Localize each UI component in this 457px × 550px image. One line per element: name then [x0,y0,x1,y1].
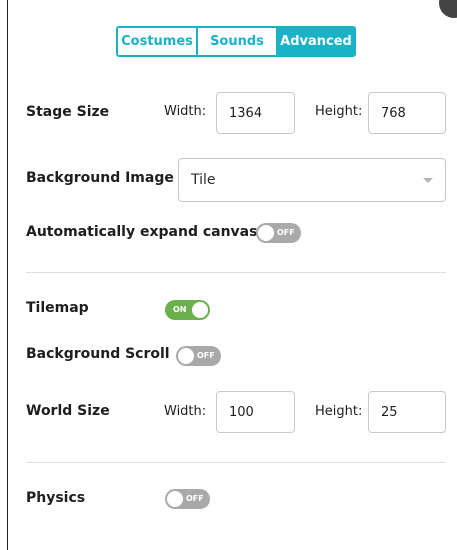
world-size-label: World Size [26,403,110,419]
toggle-knob [178,348,194,364]
auto-expand-toggle[interactable]: OFF [256,223,301,243]
tab-advanced[interactable]: Advanced [276,28,354,55]
corner-close-tab[interactable] [439,0,457,18]
toggle-knob [167,491,183,507]
toggle-state-text: OFF [186,494,204,503]
tilemap-toggle[interactable]: ON [165,300,210,320]
stage-height-input[interactable] [368,92,446,134]
stage-size-label: Stage Size [26,104,110,120]
physics-toggle[interactable]: OFF [165,489,210,509]
background-image-select[interactable]: Tile [178,158,446,202]
section-divider [26,462,446,463]
toggle-knob [192,302,208,318]
background-image-label: Background Image [26,170,174,186]
editor-tab-bar: Costumes Sounds Advanced [116,26,356,57]
auto-expand-label: Automatically expand canvas [26,224,258,240]
world-width-label: Width: [164,404,207,419]
stage-width-label: Width: [164,104,207,119]
world-height-input[interactable] [368,391,446,433]
stage-height-label: Height: [315,104,363,119]
background-scroll-label: Background Scroll [26,346,170,362]
chevron-down-icon [423,178,433,183]
world-height-label: Height: [315,404,363,419]
tab-sounds[interactable]: Sounds [196,28,276,55]
toggle-state-text: OFF [277,228,295,237]
tilemap-label: Tilemap [26,300,89,316]
tab-costumes[interactable]: Costumes [118,28,196,55]
physics-label: Physics [26,490,86,506]
panel-left-border [7,0,8,550]
toggle-knob [258,225,274,241]
background-image-selected-value: Tile [191,172,216,188]
stage-width-input[interactable] [216,92,295,134]
toggle-state-text: ON [173,305,187,314]
background-scroll-toggle[interactable]: OFF [176,346,221,366]
world-width-input[interactable] [216,391,295,433]
toggle-state-text: OFF [197,351,215,360]
section-divider [26,272,446,273]
